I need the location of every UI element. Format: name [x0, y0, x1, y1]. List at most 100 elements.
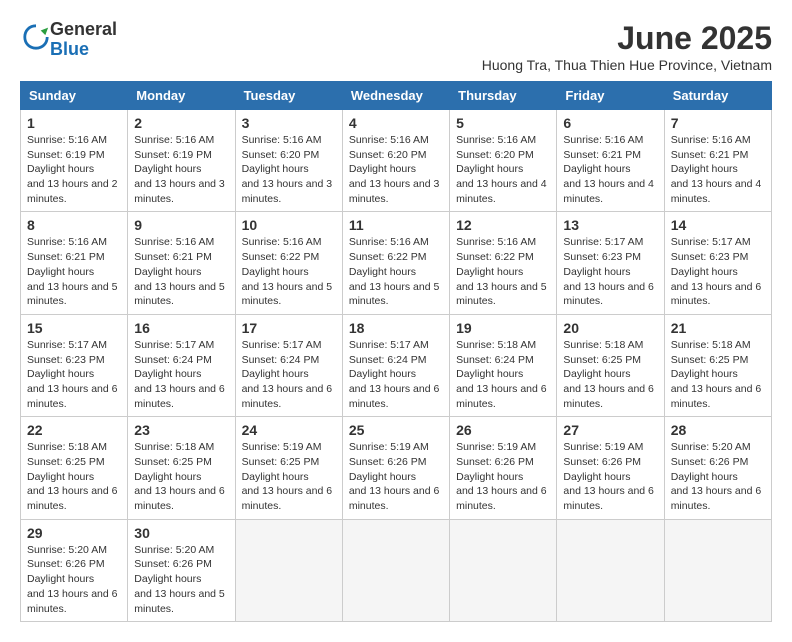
- calendar-cell: 5 Sunrise: 5:16 AMSunset: 6:20 PMDayligh…: [450, 110, 557, 212]
- calendar-cell: 10 Sunrise: 5:16 AMSunset: 6:22 PMDaylig…: [235, 212, 342, 314]
- calendar-cell: 30 Sunrise: 5:20 AMSunset: 6:26 PMDaylig…: [128, 519, 235, 621]
- day-info: Sunrise: 5:17 AMSunset: 6:23 PMDaylight …: [563, 235, 657, 308]
- calendar-cell: 18 Sunrise: 5:17 AMSunset: 6:24 PMDaylig…: [342, 314, 449, 416]
- calendar-cell: 28 Sunrise: 5:20 AMSunset: 6:26 PMDaylig…: [664, 417, 771, 519]
- day-number: 12: [456, 217, 550, 233]
- day-header-monday: Monday: [128, 82, 235, 110]
- day-info: Sunrise: 5:16 AMSunset: 6:21 PMDaylight …: [563, 133, 657, 206]
- day-number: 5: [456, 115, 550, 131]
- day-info: Sunrise: 5:18 AMSunset: 6:25 PMDaylight …: [671, 338, 765, 411]
- day-number: 10: [242, 217, 336, 233]
- calendar-cell: 2 Sunrise: 5:16 AMSunset: 6:19 PMDayligh…: [128, 110, 235, 212]
- day-info: Sunrise: 5:19 AMSunset: 6:26 PMDaylight …: [563, 440, 657, 513]
- calendar-cell: 25 Sunrise: 5:19 AMSunset: 6:26 PMDaylig…: [342, 417, 449, 519]
- calendar-cell: [235, 519, 342, 621]
- day-number: 19: [456, 320, 550, 336]
- day-number: 20: [563, 320, 657, 336]
- calendar-cell: 20 Sunrise: 5:18 AMSunset: 6:25 PMDaylig…: [557, 314, 664, 416]
- title-block: June 2025 Huong Tra, Thua Thien Hue Prov…: [482, 20, 772, 73]
- day-number: 27: [563, 422, 657, 438]
- calendar-header-row: SundayMondayTuesdayWednesdayThursdayFrid…: [21, 82, 772, 110]
- day-info: Sunrise: 5:17 AMSunset: 6:24 PMDaylight …: [134, 338, 228, 411]
- day-number: 16: [134, 320, 228, 336]
- calendar-cell: [664, 519, 771, 621]
- logo-blue: Blue: [50, 39, 89, 59]
- day-number: 6: [563, 115, 657, 131]
- day-number: 3: [242, 115, 336, 131]
- day-info: Sunrise: 5:16 AMSunset: 6:22 PMDaylight …: [242, 235, 336, 308]
- day-info: Sunrise: 5:18 AMSunset: 6:25 PMDaylight …: [134, 440, 228, 513]
- day-number: 8: [27, 217, 121, 233]
- day-info: Sunrise: 5:17 AMSunset: 6:24 PMDaylight …: [349, 338, 443, 411]
- calendar-cell: 6 Sunrise: 5:16 AMSunset: 6:21 PMDayligh…: [557, 110, 664, 212]
- day-header-sunday: Sunday: [21, 82, 128, 110]
- page-header: General Blue June 2025 Huong Tra, Thua T…: [20, 20, 772, 73]
- day-number: 9: [134, 217, 228, 233]
- day-number: 23: [134, 422, 228, 438]
- day-info: Sunrise: 5:18 AMSunset: 6:25 PMDaylight …: [563, 338, 657, 411]
- day-number: 11: [349, 217, 443, 233]
- calendar-cell: 4 Sunrise: 5:16 AMSunset: 6:20 PMDayligh…: [342, 110, 449, 212]
- day-info: Sunrise: 5:17 AMSunset: 6:23 PMDaylight …: [27, 338, 121, 411]
- logo-icon: [22, 23, 50, 51]
- day-info: Sunrise: 5:18 AMSunset: 6:25 PMDaylight …: [27, 440, 121, 513]
- calendar-cell: 27 Sunrise: 5:19 AMSunset: 6:26 PMDaylig…: [557, 417, 664, 519]
- day-info: Sunrise: 5:16 AMSunset: 6:21 PMDaylight …: [671, 133, 765, 206]
- day-info: Sunrise: 5:20 AMSunset: 6:26 PMDaylight …: [671, 440, 765, 513]
- calendar-cell: 15 Sunrise: 5:17 AMSunset: 6:23 PMDaylig…: [21, 314, 128, 416]
- day-number: 4: [349, 115, 443, 131]
- day-number: 2: [134, 115, 228, 131]
- calendar-cell: 29 Sunrise: 5:20 AMSunset: 6:26 PMDaylig…: [21, 519, 128, 621]
- day-info: Sunrise: 5:16 AMSunset: 6:21 PMDaylight …: [134, 235, 228, 308]
- day-header-saturday: Saturday: [664, 82, 771, 110]
- day-info: Sunrise: 5:19 AMSunset: 6:26 PMDaylight …: [456, 440, 550, 513]
- calendar-cell: 19 Sunrise: 5:18 AMSunset: 6:24 PMDaylig…: [450, 314, 557, 416]
- day-header-friday: Friday: [557, 82, 664, 110]
- day-info: Sunrise: 5:18 AMSunset: 6:24 PMDaylight …: [456, 338, 550, 411]
- day-number: 7: [671, 115, 765, 131]
- day-number: 14: [671, 217, 765, 233]
- day-number: 1: [27, 115, 121, 131]
- calendar-table: SundayMondayTuesdayWednesdayThursdayFrid…: [20, 81, 772, 622]
- calendar-cell: 17 Sunrise: 5:17 AMSunset: 6:24 PMDaylig…: [235, 314, 342, 416]
- day-number: 25: [349, 422, 443, 438]
- calendar-cell: 22 Sunrise: 5:18 AMSunset: 6:25 PMDaylig…: [21, 417, 128, 519]
- calendar-cell: 7 Sunrise: 5:16 AMSunset: 6:21 PMDayligh…: [664, 110, 771, 212]
- week-row-3: 22 Sunrise: 5:18 AMSunset: 6:25 PMDaylig…: [21, 417, 772, 519]
- calendar-cell: 8 Sunrise: 5:16 AMSunset: 6:21 PMDayligh…: [21, 212, 128, 314]
- day-info: Sunrise: 5:17 AMSunset: 6:24 PMDaylight …: [242, 338, 336, 411]
- day-number: 24: [242, 422, 336, 438]
- calendar-cell: 21 Sunrise: 5:18 AMSunset: 6:25 PMDaylig…: [664, 314, 771, 416]
- day-info: Sunrise: 5:20 AMSunset: 6:26 PMDaylight …: [27, 543, 121, 616]
- day-info: Sunrise: 5:19 AMSunset: 6:25 PMDaylight …: [242, 440, 336, 513]
- logo: General Blue: [20, 20, 117, 60]
- day-info: Sunrise: 5:17 AMSunset: 6:23 PMDaylight …: [671, 235, 765, 308]
- day-info: Sunrise: 5:19 AMSunset: 6:26 PMDaylight …: [349, 440, 443, 513]
- calendar-cell: 24 Sunrise: 5:19 AMSunset: 6:25 PMDaylig…: [235, 417, 342, 519]
- day-info: Sunrise: 5:16 AMSunset: 6:19 PMDaylight …: [134, 133, 228, 206]
- day-number: 13: [563, 217, 657, 233]
- calendar-cell: 11 Sunrise: 5:16 AMSunset: 6:22 PMDaylig…: [342, 212, 449, 314]
- day-number: 18: [349, 320, 443, 336]
- calendar-cell: 1 Sunrise: 5:16 AMSunset: 6:19 PMDayligh…: [21, 110, 128, 212]
- day-number: 29: [27, 525, 121, 541]
- day-header-tuesday: Tuesday: [235, 82, 342, 110]
- day-number: 21: [671, 320, 765, 336]
- month-title: June 2025: [482, 20, 772, 57]
- calendar-body: 1 Sunrise: 5:16 AMSunset: 6:19 PMDayligh…: [21, 110, 772, 622]
- day-info: Sunrise: 5:16 AMSunset: 6:21 PMDaylight …: [27, 235, 121, 308]
- day-number: 28: [671, 422, 765, 438]
- day-header-wednesday: Wednesday: [342, 82, 449, 110]
- week-row-1: 8 Sunrise: 5:16 AMSunset: 6:21 PMDayligh…: [21, 212, 772, 314]
- calendar-cell: 12 Sunrise: 5:16 AMSunset: 6:22 PMDaylig…: [450, 212, 557, 314]
- calendar-cell: [450, 519, 557, 621]
- logo-general: General: [50, 19, 117, 39]
- day-info: Sunrise: 5:16 AMSunset: 6:19 PMDaylight …: [27, 133, 121, 206]
- day-info: Sunrise: 5:16 AMSunset: 6:22 PMDaylight …: [456, 235, 550, 308]
- day-info: Sunrise: 5:16 AMSunset: 6:22 PMDaylight …: [349, 235, 443, 308]
- day-number: 30: [134, 525, 228, 541]
- day-number: 17: [242, 320, 336, 336]
- day-info: Sunrise: 5:16 AMSunset: 6:20 PMDaylight …: [456, 133, 550, 206]
- calendar-cell: 16 Sunrise: 5:17 AMSunset: 6:24 PMDaylig…: [128, 314, 235, 416]
- day-number: 15: [27, 320, 121, 336]
